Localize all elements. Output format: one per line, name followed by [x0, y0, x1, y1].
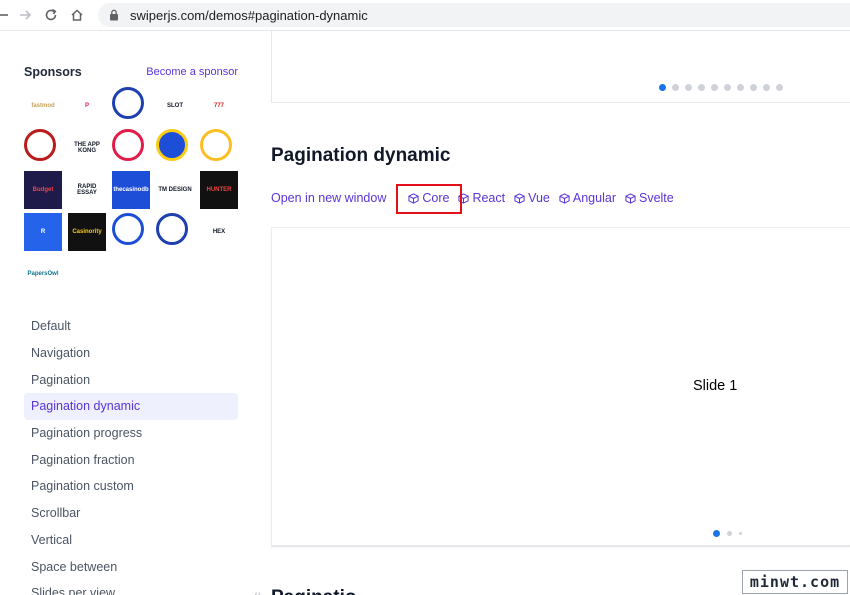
forward-arrow-icon[interactable] — [16, 6, 34, 24]
sponsor-logo[interactable]: SLOT — [156, 87, 194, 125]
react-link[interactable]: React — [458, 191, 505, 205]
sidebar-item[interactable]: Pagination progress — [24, 420, 238, 447]
pagination-bullet[interactable] — [713, 530, 720, 537]
sponsor-logo[interactable]: HEX — [200, 213, 238, 251]
sponsor-logo[interactable]: P — [68, 87, 106, 125]
main-content: Pagination dynamic Open in new window Co… — [252, 31, 850, 595]
next-section-title: Paginatio — [271, 587, 357, 595]
watermark-text: minwt.com — [749, 573, 841, 591]
sidebar-item[interactable]: Pagination — [24, 366, 238, 393]
svelte-label: Svelte — [638, 191, 674, 205]
sponsor-logo[interactable]: HUNTER — [200, 171, 238, 209]
sidebar-item[interactable]: Vertical — [24, 527, 238, 554]
sponsors-title: Sponsors — [24, 65, 82, 79]
sidebar-item[interactable]: Slides per view — [24, 580, 238, 595]
sidebar-item[interactable]: Pagination custom — [24, 473, 238, 500]
pagination-bullet[interactable] — [698, 84, 705, 91]
become-sponsor-link[interactable]: Become a sponsor — [146, 66, 238, 78]
sponsor-logo[interactable]: Budget — [24, 171, 62, 209]
core-highlight-annotation — [396, 184, 462, 214]
angular-label: Angular — [572, 191, 616, 205]
sponsor-logo[interactable]: RAPID ESSAY — [68, 171, 106, 209]
pagination-bullet[interactable] — [750, 84, 757, 91]
reload-icon[interactable] — [42, 6, 60, 24]
watermark-logo: minwt.com — [742, 570, 848, 594]
address-bar[interactable]: swiperjs.com/demos#pagination-dynamic — [98, 3, 850, 27]
sponsor-logo[interactable] — [200, 129, 232, 161]
sponsor-logo[interactable] — [156, 129, 188, 161]
cube-icon — [514, 192, 525, 204]
open-new-window-label: Open in new window — [271, 191, 387, 205]
react-label: React — [472, 191, 506, 205]
pagination-bullet[interactable] — [724, 84, 731, 91]
previous-demo-box — [271, 31, 850, 103]
sponsor-logo[interactable] — [156, 213, 188, 245]
vue-label: Vue — [528, 191, 550, 205]
sidebar-item[interactable]: Space between — [24, 553, 238, 580]
sidebar: Sponsors Become a sponsor fastmod P SLOT 77… — [0, 31, 252, 595]
sponsor-logo[interactable] — [24, 129, 56, 161]
browser-toolbar: swiperjs.com/demos#pagination-dynamic — [0, 0, 850, 31]
angular-link[interactable]: Angular — [559, 191, 616, 205]
pagination-bullet[interactable] — [659, 84, 666, 91]
sidebar-item[interactable]: Navigation — [24, 340, 238, 367]
vue-link[interactable]: Vue — [514, 191, 550, 205]
sponsor-logo[interactable]: 777 — [200, 87, 238, 125]
sponsor-logo[interactable]: THE APP KONG — [68, 129, 106, 167]
sponsor-logo[interactable] — [112, 129, 144, 161]
demo-nav-list: Default Navigation Pagination Pagination dy… — [24, 313, 238, 595]
url-text: swiperjs.com/demos#pagination-dynamic — [130, 7, 368, 23]
home-icon[interactable] — [68, 6, 86, 24]
cube-icon — [625, 192, 636, 204]
open-new-window-link[interactable]: Open in new window — [271, 191, 386, 205]
sidebar-item[interactable]: Default — [24, 313, 238, 340]
sponsor-logo[interactable]: PapersOwl — [24, 255, 62, 293]
pagination-bullets-previous — [659, 84, 789, 91]
sponsor-logo[interactable] — [112, 213, 144, 245]
cube-icon — [559, 192, 570, 204]
sponsor-logo[interactable]: fastmod — [24, 87, 62, 125]
pagination-bullet[interactable] — [739, 532, 742, 535]
pagination-bullet[interactable] — [672, 84, 679, 91]
sponsor-logo[interactable]: thecasinodb — [112, 171, 150, 209]
demo-links: Open in new window Core React Vue Angula… — [271, 189, 674, 207]
back-arrow-icon[interactable] — [0, 6, 12, 24]
sidebar-item[interactable]: Scrollbar — [24, 500, 238, 527]
pagination-bullet[interactable] — [727, 531, 732, 536]
sponsor-logo[interactable]: R — [24, 213, 62, 251]
lock-icon — [110, 9, 118, 21]
pagination-bullets-dynamic — [713, 530, 749, 537]
svelte-link[interactable]: Svelte — [625, 191, 674, 205]
pagination-bullet[interactable] — [776, 84, 783, 91]
swiper-demo[interactable]: Slide 1 — [271, 227, 850, 547]
pagination-bullet[interactable] — [763, 84, 770, 91]
slide-label: Slide 1 — [693, 378, 738, 394]
pagination-bullet[interactable] — [737, 84, 744, 91]
sponsor-logo[interactable] — [112, 87, 144, 119]
pagination-bullet[interactable] — [711, 84, 718, 91]
sponsor-logo[interactable]: Casinority — [68, 213, 106, 251]
heading-anchor[interactable]: # — [253, 589, 261, 595]
pagination-bullet[interactable] — [685, 84, 692, 91]
page-title: Pagination dynamic — [271, 145, 451, 166]
sidebar-item[interactable]: Pagination fraction — [24, 446, 238, 473]
sidebar-item[interactable]: Pagination dynamic — [24, 393, 238, 420]
sponsor-logo[interactable]: TM DESIGN — [156, 171, 194, 209]
